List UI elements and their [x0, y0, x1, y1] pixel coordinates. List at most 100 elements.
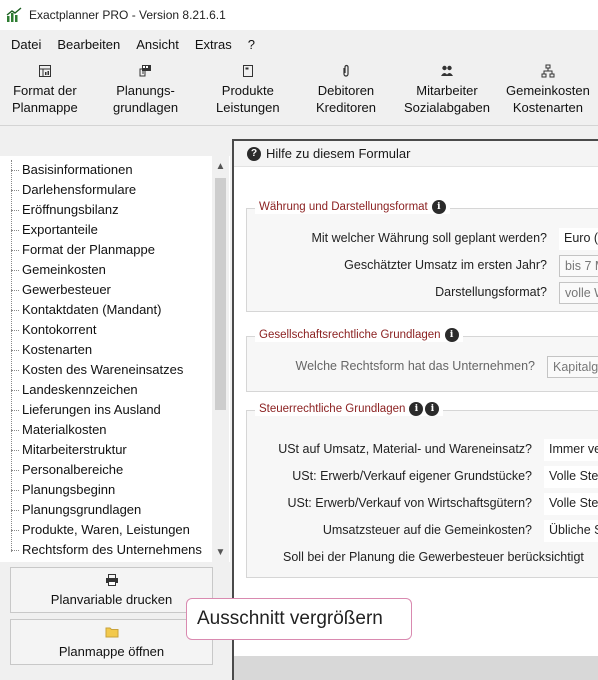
- open-button-label: Planmappe öffnen: [58, 644, 165, 659]
- question-icon: ?: [247, 146, 261, 161]
- help-link[interactable]: ? Hilfe zu diesem Formular: [234, 141, 598, 167]
- tree-item-darlehensformulare[interactable]: Darlehensformulare: [0, 180, 212, 200]
- info-icon[interactable]: i: [431, 200, 446, 214]
- label-gewerbesteuer: Soll bei der Planung die Gewerbesteuer b…: [283, 550, 584, 564]
- toolbar-mitarbeiter-button[interactable]: Mitarbeiter Sozialabgaben: [404, 64, 490, 116]
- tree-item-kostenarten[interactable]: Kostenarten: [0, 340, 212, 360]
- tree-item-kontaktdaten[interactable]: Kontaktdaten (Mandant): [0, 300, 212, 320]
- currency-select[interactable]: Euro (: [559, 228, 598, 250]
- open-planmappe-button[interactable]: Planmappe öffnen: [10, 619, 213, 665]
- tree-item-landeskennzeichen[interactable]: Landeskennzeichen: [0, 380, 212, 400]
- menu-help[interactable]: ?: [240, 37, 263, 52]
- tree-item-materialkosten[interactable]: Materialkosten: [0, 420, 212, 440]
- label-umsatz: Geschätzter Umsatz im ersten Jahr?: [344, 258, 547, 272]
- scroll-up-icon[interactable]: ▲: [212, 160, 229, 174]
- ust-gemeinkosten-select[interactable]: Übliche S: [544, 520, 598, 542]
- toolbar-label-line1: Planungs-: [116, 83, 175, 98]
- toolbar-label-line2: Leistungen: [216, 100, 280, 115]
- tree-item-mitarbeiterstruktur[interactable]: Mitarbeiterstruktur: [0, 440, 212, 460]
- menu-datei[interactable]: Datei: [3, 37, 49, 52]
- toolbar-planungsgrundlagen-button[interactable]: Planungs- grundlagen: [113, 64, 178, 116]
- toolbar-label-line1: Format der: [13, 83, 77, 98]
- ust-wirtschaftsgueter-select[interactable]: Volle Ste: [544, 493, 598, 515]
- toolbar-label-line2: grundlagen: [113, 100, 179, 115]
- toolbar-debitoren-button[interactable]: Debitoren Kreditoren: [316, 64, 376, 116]
- info-icon[interactable]: i: [425, 402, 440, 416]
- group-gesellschaftsrecht: Gesellschaftsrechtliche Grundlagen i Wel…: [246, 328, 598, 392]
- form-footer-area: [234, 656, 598, 680]
- toolbar-produkte-button[interactable]: Produkte Leistungen: [216, 64, 280, 116]
- format-select[interactable]: volle W: [559, 282, 598, 304]
- folder-icon: [105, 627, 118, 638]
- tree-item-personalbereiche[interactable]: Personalbereiche: [0, 460, 212, 480]
- app-logo-icon: [6, 7, 22, 22]
- group-title-waehrung: Währung und Darstellungsformat i: [255, 200, 450, 214]
- label-ust-grundstuecke: USt: Erwerb/Verkauf eigener Grundstücke?: [292, 469, 532, 483]
- paperclip-icon: [343, 64, 349, 77]
- label-ust-wirtschaftsgueter: USt: Erwerb/Verkauf von Wirtschaftsgüter…: [287, 496, 532, 510]
- tree-item-planungsgrundlagen[interactable]: Planungsgrundlagen: [0, 500, 212, 520]
- tree-item-format-planmappe[interactable]: Format der Planmappe: [0, 240, 212, 260]
- spreadsheet-icon: [38, 65, 51, 77]
- people-icon: [441, 65, 454, 76]
- help-link-label: Hilfe zu diesem Formular: [266, 146, 411, 161]
- tree-item-gemeinkosten[interactable]: Gemeinkosten: [0, 260, 212, 280]
- toolbar-label-line1: Debitoren: [317, 83, 375, 98]
- toolbar-label-line2: Kostenarten: [512, 100, 583, 115]
- toolbar-label-line1: Produkte: [221, 83, 274, 98]
- label-waehrung: Mit welcher Währung soll geplant werden?: [311, 231, 547, 245]
- menu-bar: Datei Bearbeiten Ansicht Extras ?: [0, 30, 598, 58]
- ust-umsatz-select[interactable]: Immer ve: [544, 439, 598, 461]
- toolbar-label-line1: Gemeinkosten: [506, 83, 590, 98]
- info-icon[interactable]: i: [409, 402, 424, 416]
- window-title: Exactplanner PRO - Version 8.21.6.1: [29, 8, 226, 22]
- menu-bearbeiten[interactable]: Bearbeiten: [49, 37, 128, 52]
- group-title-gesellschaftsrecht: Gesellschaftsrechtliche Grundlagen i: [255, 328, 463, 342]
- info-icon[interactable]: i: [444, 328, 459, 342]
- document-icon: [242, 65, 253, 77]
- label-rechtsform: Welche Rechtsform hat das Unternehmen?: [295, 359, 535, 373]
- toolbar-format-planmappe-button[interactable]: Format der Planmappe: [12, 64, 78, 116]
- group-title-text: Gesellschaftsrechtliche Grundlagen: [259, 329, 441, 341]
- printer-icon: [105, 574, 118, 586]
- menu-extras[interactable]: Extras: [187, 37, 240, 52]
- label-ust-gemeinkosten: Umsatzsteuer auf die Gemeinkosten?: [322, 523, 532, 537]
- org-chart-icon: [541, 64, 555, 78]
- title-bar: Exactplanner PRO - Version 8.21.6.1: [0, 0, 598, 30]
- tree-scrollbar[interactable]: ▲ ▼: [212, 156, 229, 562]
- planning-icon: [139, 65, 151, 77]
- group-title-steuerrecht: Steuerrechtliche Grundlagen i i: [255, 402, 444, 416]
- group-waehrung: Währung und Darstellungsformat i Mit wel…: [246, 200, 598, 312]
- ust-grundstuecke-select[interactable]: Volle Ste: [544, 466, 598, 488]
- tree-item-eroeffnungsbilanz[interactable]: Eröffnungsbilanz: [0, 200, 212, 220]
- toolbar-gemeinkosten-button[interactable]: Gemeinkosten Kostenarten: [506, 64, 590, 116]
- tree-item-planungsbeginn[interactable]: Planungsbeginn: [0, 480, 212, 500]
- tree-item-basisinformationen[interactable]: Basisinformationen: [0, 160, 212, 180]
- label-darstellungsformat: Darstellungsformat?: [435, 285, 547, 299]
- tree-item-lieferungen-ausland[interactable]: Lieferungen ins Ausland: [0, 400, 212, 420]
- navigation-tree: Basisinformationen Darlehensformulare Er…: [0, 156, 230, 562]
- tree-item-gewerbesteuer[interactable]: Gewerbesteuer: [0, 280, 212, 300]
- toolbar-label-line2: Sozialabgaben: [404, 100, 491, 115]
- toolbar: Format der Planmappe Planungs- grundlage…: [0, 58, 598, 126]
- toolbar-label-line2: Planmappe: [12, 100, 78, 115]
- menu-ansicht[interactable]: Ansicht: [128, 37, 187, 52]
- toolbar-label-line2: Kreditoren: [316, 100, 376, 115]
- tree-item-produkte-waren[interactable]: Produkte, Waren, Leistungen: [0, 520, 212, 540]
- print-planvariable-button[interactable]: Planvariable drucken: [10, 567, 213, 613]
- tree-list: Basisinformationen Darlehensformulare Er…: [0, 160, 212, 560]
- label-ust-umsatz: USt auf Umsatz, Material- und Wareneinsa…: [278, 442, 532, 456]
- scroll-down-icon[interactable]: ▼: [212, 546, 229, 560]
- legal-form-select[interactable]: Kapitalg: [547, 356, 598, 378]
- scroll-thumb[interactable]: [215, 178, 226, 410]
- tree-item-rechtsform[interactable]: Rechtsform des Unternehmens: [0, 540, 212, 560]
- print-button-label: Planvariable drucken: [50, 592, 173, 607]
- tree-item-kosten-wareneinsatz[interactable]: Kosten des Wareneinsatzes: [0, 360, 212, 380]
- group-title-text: Währung und Darstellungsformat: [259, 201, 428, 213]
- group-title-text: Steuerrechtliche Grundlagen: [259, 403, 406, 415]
- zoom-tooltip: Ausschnitt vergrößern: [186, 598, 412, 640]
- tree-item-kontokorrent[interactable]: Kontokorrent: [0, 320, 212, 340]
- revenue-select[interactable]: bis 7 M: [559, 255, 598, 277]
- tree-item-exportanteile[interactable]: Exportanteile: [0, 220, 212, 240]
- group-steuerrecht: Steuerrechtliche Grundlagen i i USt auf …: [246, 402, 598, 578]
